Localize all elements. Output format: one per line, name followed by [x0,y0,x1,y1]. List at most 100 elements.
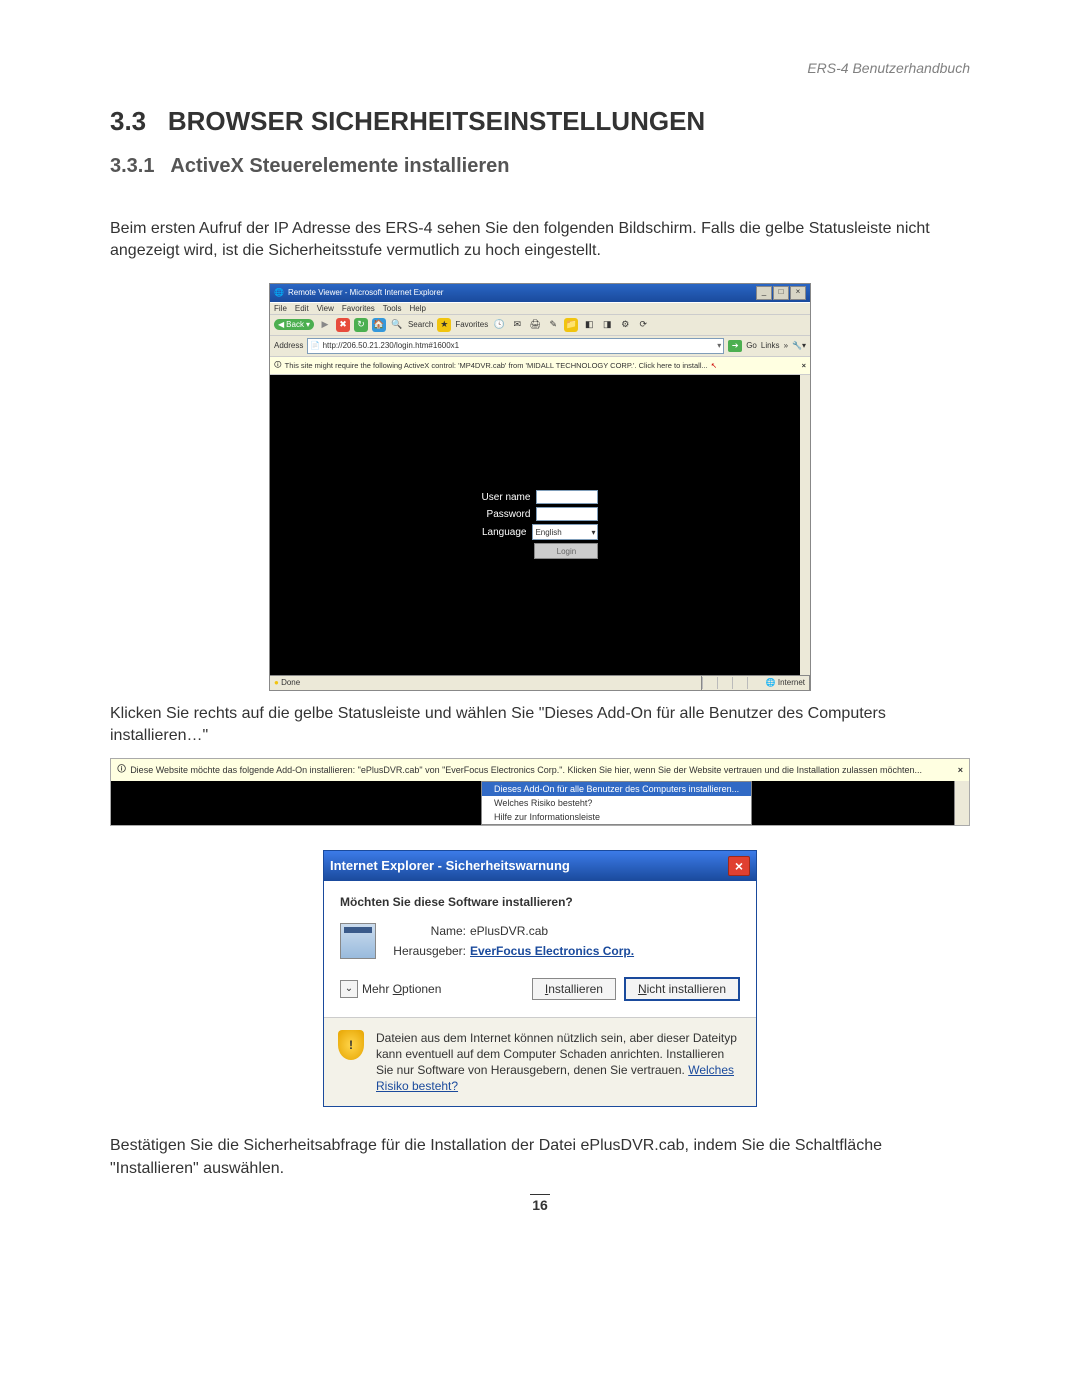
info-icon: 🛈 [274,359,282,372]
language-select[interactable]: English ▾ [532,524,598,540]
infobar-close-icon[interactable]: × [802,361,806,370]
publisher-label: Herausgeber: [382,944,466,958]
dialog-title: Internet Explorer - Sicherheitswarnung [330,858,570,873]
search-label[interactable]: Search [408,320,433,329]
menu-item-risk[interactable]: Welches Risiko besteht? [482,796,751,810]
context-menu: Dieses Add-On für alle Benutzer des Comp… [481,781,752,825]
status-panes [702,677,762,689]
done-icon: ● [274,678,279,687]
publisher-link[interactable]: EverFocus Electronics Corp. [470,944,740,958]
ie-content-area: User name Password Language English ▾ Lo… [270,375,810,675]
dropdown-icon[interactable]: ▾ [717,341,721,350]
language-label: Language [482,527,527,538]
search-icon[interactable]: 🔍 [390,318,404,332]
menu-file[interactable]: File [274,304,287,313]
dropdown-icon: ▾ [591,528,595,537]
status-zone: 🌐 Internet [762,676,810,690]
login-button[interactable]: Login [534,543,598,559]
ie-toolbar: ◀ Back ▾ ▶ ✖ ↻ 🏠 🔍 Search ★ Favorites 🕓 … [270,314,810,335]
edit-icon[interactable]: ✎ [546,318,560,332]
close-icon[interactable]: × [958,765,963,775]
links-chevron-icon[interactable]: » [784,341,788,350]
back-button[interactable]: ◀ Back ▾ [274,319,314,330]
scrollbar[interactable] [800,375,810,675]
menu-help[interactable]: Help [409,304,425,313]
tool-icon-3[interactable]: ⚙ [618,318,632,332]
tool-icon-4[interactable]: ⟳ [636,318,650,332]
username-input[interactable] [536,490,598,504]
ie-addressbar: Address 📄 http://206.50.21.230/login.htm… [270,335,810,356]
ie-menubar: File Edit View Favorites Tools Help [270,302,810,314]
section-title-text: BROWSER SICHERHEITSEINSTELLUNGEN [168,106,705,136]
favorites-icon[interactable]: ★ [437,318,451,332]
name-label: Name: [382,924,466,938]
infobar-text: This site might require the following Ac… [285,361,708,370]
section-title: 3.3 BROWSER SICHERHEITSEINSTELLUNGEN [110,106,970,137]
folder-icon[interactable]: 📁 [564,318,578,332]
dialog-close-button[interactable]: × [728,856,750,876]
go-button[interactable]: ➔ [728,340,742,352]
internet-icon: 🌐 [766,678,776,687]
cursor-icon: ↖ [711,361,717,370]
screenshot-infobar-menu: 🛈 Diese Website möchte das folgende Add-… [110,758,970,826]
extra-icon[interactable]: 🔧▾ [792,341,806,350]
home-button[interactable]: 🏠 [372,318,386,332]
more-options-label: Mehr Optionen [362,982,441,996]
ie-titlebar: 🌐 Remote Viewer - Microsoft Internet Exp… [270,284,810,302]
forward-button[interactable]: ▶ [318,318,332,332]
mail-icon[interactable]: ✉ [510,318,524,332]
dialog-question: Möchten Sie diese Software installieren? [340,895,740,909]
menu-edit[interactable]: Edit [295,304,309,313]
password-label: Password [487,509,531,520]
software-icon [340,923,376,959]
subsection-title: 3.3.1 ActiveX Steuerelemente installiere… [110,155,970,178]
scrollbar[interactable] [954,781,969,825]
refresh-button[interactable]: ↻ [354,318,368,332]
shield-warning-icon: ! [338,1030,364,1060]
menu-favorites[interactable]: Favorites [342,304,375,313]
page-icon: 📄 [310,341,320,350]
menu-view[interactable]: View [317,304,334,313]
ie-title: Remote Viewer - Microsoft Internet Explo… [288,288,443,297]
history-icon[interactable]: 🕓 [492,318,506,332]
security-warning-dialog: Internet Explorer - Sicherheitswarnung ×… [323,850,757,1108]
yellow-infobar-2[interactable]: 🛈 Diese Website möchte das folgende Add-… [111,759,969,781]
password-input[interactable] [536,507,598,521]
address-label: Address [274,341,303,350]
menu-tools[interactable]: Tools [383,304,402,313]
subsection-number: 3.3.1 [110,155,154,177]
more-options-toggle[interactable]: ⌄ Mehr Optionen [340,980,441,998]
minimize-button[interactable]: _ [756,286,772,300]
favorites-label[interactable]: Favorites [455,320,488,329]
username-label: User name [482,492,531,503]
url-text: http://206.50.21.230/login.htm#1600x1 [323,341,460,350]
ie-app-icon: 🌐 [274,288,284,297]
paragraph-1: Beim ersten Aufruf der IP Adresse des ER… [110,218,970,263]
menu-item-install-all-users[interactable]: Dieses Add-On für alle Benutzer des Comp… [482,782,751,796]
tool-icon-2[interactable]: ◨ [600,318,614,332]
address-input[interactable]: 📄 http://206.50.21.230/login.htm#1600x1 … [307,338,724,354]
subsection-title-text: ActiveX Steuerelemente installieren [170,155,509,177]
go-label: Go [746,341,757,350]
ie-yellow-infobar[interactable]: 🛈 This site might require the following … [270,356,810,375]
menu-item-help[interactable]: Hilfe zur Informationsleiste [482,810,751,824]
dialog-titlebar: Internet Explorer - Sicherheitswarnung × [324,851,756,881]
tool-icon-1[interactable]: ◧ [582,318,596,332]
stop-button[interactable]: ✖ [336,318,350,332]
name-value: ePlusDVR.cab [470,924,740,938]
page-number: 16 [110,1194,970,1213]
links-label[interactable]: Links [761,341,780,350]
section-number: 3.3 [110,106,146,136]
maximize-button[interactable]: □ [773,286,789,300]
install-button[interactable]: Installieren [532,978,616,1000]
screenshot-ie-window: 🌐 Remote Viewer - Microsoft Internet Exp… [269,283,811,691]
info-icon: 🛈 [117,762,126,778]
warning-text: Dateien aus dem Internet können nützlich… [376,1030,742,1095]
print-icon[interactable]: 🖨 [528,318,542,332]
paragraph-2: Klicken Sie rechts auf die gelbe Statusl… [110,703,970,748]
dont-install-button[interactable]: Nicht installieren [624,977,740,1001]
paragraph-3: Bestätigen Sie die Sicherheitsabfrage fü… [110,1135,970,1180]
close-button[interactable]: × [790,286,806,300]
language-value: English [535,528,561,537]
login-form: User name Password Language English ▾ Lo… [482,490,599,559]
